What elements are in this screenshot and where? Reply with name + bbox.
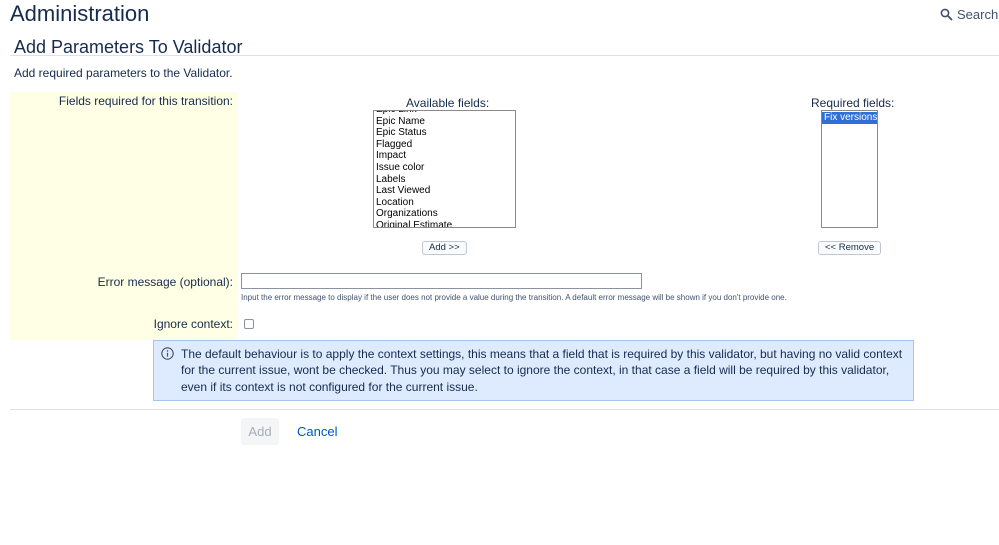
list-option[interactable]: Impact — [374, 150, 515, 162]
title-divider — [10, 55, 999, 56]
list-option[interactable]: Epic Status — [374, 127, 515, 139]
cancel-link[interactable]: Cancel — [297, 424, 337, 439]
page-title: Administration — [10, 1, 150, 26]
search-label: Search J — [957, 7, 999, 22]
info-message: The default behaviour is to apply the co… — [153, 340, 914, 401]
info-icon — [161, 347, 174, 360]
search-icon — [940, 8, 953, 21]
add-field-button[interactable]: Add >> — [422, 241, 467, 255]
available-fields-list[interactable]: Epic LinkEpic NameEpic StatusFlaggedImpa… — [373, 110, 516, 228]
ignore-context-label: Ignore context: — [153, 317, 233, 331]
fields-required-label: Fields required for this transition: — [58, 94, 233, 108]
list-option[interactable]: Issue color — [374, 162, 515, 174]
list-option[interactable]: Location — [374, 197, 515, 209]
list-option[interactable]: Last Viewed — [374, 185, 515, 197]
available-fields-heading: Available fields: — [406, 96, 490, 110]
error-message-input[interactable] — [241, 273, 642, 289]
form-description: Add required parameters to the Validator… — [14, 66, 233, 80]
required-fields-heading: Required fields: — [811, 96, 895, 110]
list-option[interactable]: Labels — [374, 174, 515, 186]
info-text: The default behaviour is to apply the co… — [181, 347, 903, 394]
list-option[interactable]: Original Estimate — [374, 220, 515, 227]
list-option[interactable]: Fix versions — [822, 112, 877, 124]
error-message-label: Error message (optional): — [97, 275, 233, 289]
ignore-context-checkbox[interactable] — [244, 319, 254, 329]
list-option[interactable]: Flagged — [374, 139, 515, 151]
footer-divider — [10, 409, 999, 410]
search-link[interactable]: Search J — [940, 7, 999, 22]
list-option[interactable]: Epic Name — [374, 116, 515, 128]
list-option[interactable]: Organizations — [374, 208, 515, 220]
error-message-hint: Input the error message to display if th… — [241, 293, 787, 302]
remove-field-button[interactable]: << Remove — [818, 241, 882, 255]
label-panel — [10, 92, 238, 340]
submit-add-button[interactable]: Add — [241, 418, 279, 445]
required-fields-list[interactable]: Fix versions — [821, 110, 878, 228]
